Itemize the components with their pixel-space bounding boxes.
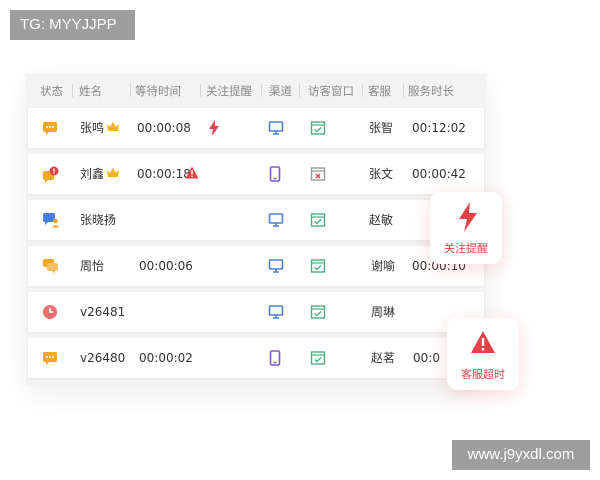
window-check-icon — [310, 212, 326, 228]
transfer-user-icon — [42, 212, 59, 228]
table-header: 状态 姓名 等待时间 关注提醒 渠道 访客窗口 客服 服务时长 — [26, 74, 486, 106]
crown-icon — [106, 167, 122, 183]
follow-alert-label: 关注提醒 — [444, 242, 488, 255]
table-row[interactable]: 张鸣 00:00:08 张智 00:12:02 — [28, 108, 484, 148]
visitor-name: 刘鑫 — [80, 167, 105, 181]
header-service-time: 服务时长 — [408, 84, 454, 98]
header-divider — [299, 84, 300, 97]
agent-name: 赵敏 — [369, 213, 394, 227]
wait-time: 00:00:06 — [139, 259, 193, 273]
header-divider — [200, 84, 201, 97]
agent-name: 赵茗 — [371, 351, 396, 365]
warning-triangle-icon — [470, 330, 496, 360]
desktop-icon — [268, 212, 284, 228]
top-left-watermark: TG: MYYJJPP — [10, 10, 135, 40]
crown-icon — [106, 121, 122, 137]
table-row[interactable]: 周怡 00:00:06 谢喻 00:00:10 — [28, 246, 484, 286]
desktop-icon — [268, 120, 284, 136]
service-timeout-callout[interactable]: 客服超时 — [447, 318, 519, 390]
chat-bubble-alert-icon — [42, 166, 59, 183]
header-channel: 渠道 — [269, 84, 292, 98]
agent-name: 张智 — [369, 121, 394, 135]
chat-bubbles-icon — [42, 258, 58, 274]
mobile-icon — [269, 350, 285, 366]
agent-name: 谢喻 — [371, 259, 396, 273]
table-row[interactable]: 刘鑫 00:00:18 张文 00:00:42 — [28, 154, 484, 194]
desktop-icon — [268, 258, 284, 274]
visitor-name: v26480 — [80, 351, 126, 365]
table-row[interactable]: v26481 周琳 — [28, 292, 484, 332]
header-status: 状态 — [40, 84, 63, 98]
header-divider — [362, 84, 363, 97]
clock-icon — [42, 304, 58, 320]
lightning-icon — [208, 120, 224, 136]
header-divider — [72, 84, 73, 97]
lightning-icon — [455, 202, 481, 232]
bottom-right-watermark: www.j9yxdl.com — [452, 440, 590, 470]
window-closed-icon — [310, 166, 326, 182]
service-time: 00:12:02 — [412, 121, 466, 135]
window-check-icon — [310, 120, 326, 136]
visitor-name: 周怡 — [80, 259, 105, 273]
visitor-name: 张鸣 — [80, 121, 105, 135]
wait-time: 00:00:18 — [137, 167, 191, 181]
wait-time: 00:00:08 — [137, 121, 191, 135]
header-follow-alert: 关注提醒 — [206, 84, 252, 98]
agent-name: 周琳 — [371, 305, 396, 319]
visitor-name: v26481 — [80, 305, 126, 319]
chat-bubble-icon — [42, 350, 58, 366]
header-divider — [261, 84, 262, 97]
header-divider — [403, 84, 404, 97]
table-row[interactable]: 张晓扬 赵敏 — [28, 200, 484, 240]
table-row[interactable]: v26480 00:00:02 赵茗 00:0 — [28, 338, 484, 378]
header-visitor-window: 访客窗口 — [308, 84, 354, 98]
follow-alert-callout[interactable]: 关注提醒 — [430, 192, 502, 264]
service-timeout-label: 客服超时 — [461, 368, 505, 381]
window-check-icon — [310, 258, 326, 274]
mobile-icon — [269, 166, 285, 182]
agent-name: 张文 — [369, 167, 394, 181]
header-name: 姓名 — [79, 84, 102, 98]
header-agent: 客服 — [368, 84, 391, 98]
warning-triangle-icon — [185, 166, 201, 182]
visitor-queue-panel: 状态 姓名 等待时间 关注提醒 渠道 访客窗口 客服 服务时长 张鸣 00:00… — [26, 74, 486, 386]
desktop-icon — [268, 304, 284, 320]
window-check-icon — [310, 304, 326, 320]
service-time: 00:00:42 — [412, 167, 466, 181]
service-time: 00:0 — [413, 351, 440, 365]
visitor-name: 张晓扬 — [80, 213, 117, 227]
wait-time: 00:00:02 — [139, 351, 193, 365]
window-check-icon — [310, 350, 326, 366]
header-wait-time: 等待时间 — [135, 84, 181, 98]
header-divider — [130, 84, 131, 97]
chat-bubble-icon — [42, 120, 58, 136]
